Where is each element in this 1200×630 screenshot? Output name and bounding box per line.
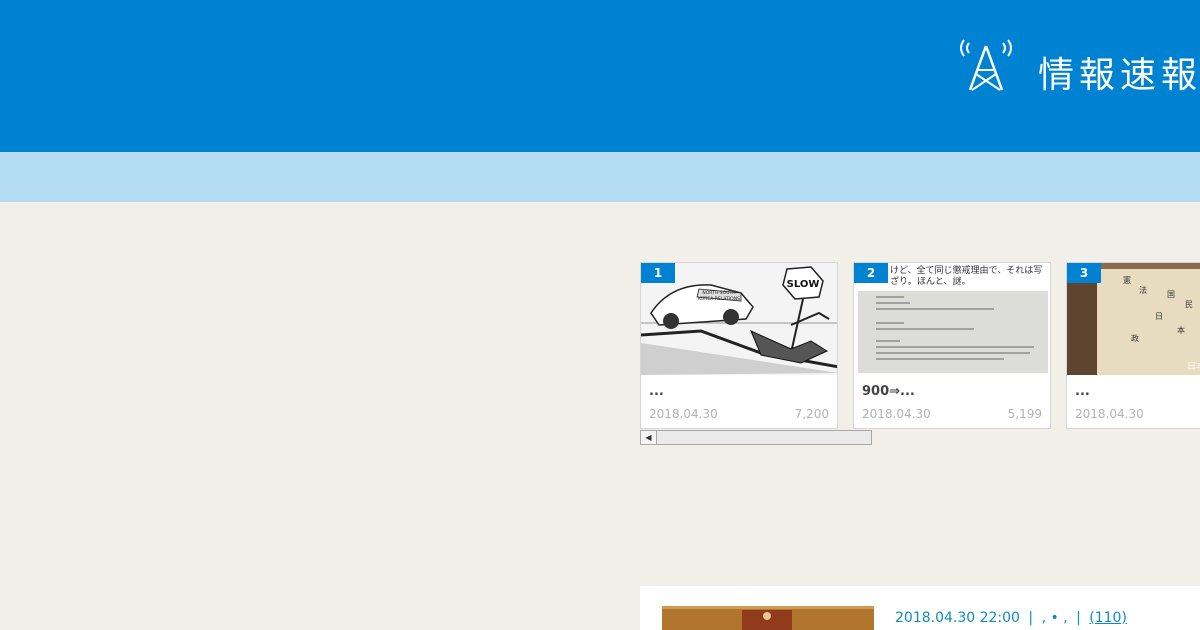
article-date: 2018.04.30 xyxy=(1075,407,1144,421)
broadcast-antenna-icon xyxy=(960,39,1012,91)
thumbnail-caption-1: NORTH-SOUTH xyxy=(702,290,735,296)
svg-text:日: 日 xyxy=(1155,312,1163,321)
article-date: 2018.04.30 xyxy=(862,407,931,421)
thumbnail-caption-2: KOREA RELATIONS xyxy=(698,296,740,302)
view-count: 7,200 xyxy=(794,407,829,421)
article-title: ... xyxy=(649,384,664,399)
comment-count-link[interactable]: (110) xyxy=(1089,610,1127,626)
article-tags[interactable]: , • , xyxy=(1042,610,1068,626)
scroll-left-arrow-icon[interactable]: ◀ xyxy=(641,431,657,444)
article-entry: 2018.04.30 22:00 | , • , | (110) xyxy=(640,586,1200,630)
svg-text:憲: 憲 xyxy=(1123,275,1131,285)
meta-separator: | xyxy=(1076,610,1081,626)
svg-text:政: 政 xyxy=(1131,333,1139,343)
article-image[interactable] xyxy=(662,606,874,630)
ranking-card[interactable]: 2 けど、全て同じ懲戒理由で、それは写 ざり。ほんと、謎。 900⇒... 20… xyxy=(853,262,1051,429)
meta-separator: | xyxy=(1028,610,1034,626)
site-title: 情報速報 xyxy=(1038,55,1200,96)
navigation-bar xyxy=(0,152,1200,202)
article-datetime: 2018.04.30 22:00 xyxy=(895,610,1020,626)
svg-text:国: 国 xyxy=(1167,290,1175,299)
article-title: 900⇒... xyxy=(862,384,915,399)
article-date: 2018.04.30 xyxy=(649,407,718,421)
ranking-card[interactable]: 3 憲 法 国 民 日 本 政 府 日本国憲法 ... 2018.04.30 xyxy=(1066,262,1200,429)
article-title: ... xyxy=(1075,384,1090,399)
article-meta: 2018.04.30 22:00 | , • , | (110) xyxy=(895,610,1127,626)
rank-badge: 1 xyxy=(641,263,675,283)
view-count: 5,199 xyxy=(1007,407,1042,421)
thumbnail-caption: 日本国憲法 xyxy=(1187,360,1200,372)
svg-text:法: 法 xyxy=(1139,285,1147,295)
site-header: 情報速報 xyxy=(0,0,1200,152)
svg-text:本: 本 xyxy=(1177,325,1185,335)
ranking-card[interactable]: 1 NORTH-SOUTH KOREA RELATIONS SLOW ... 2… xyxy=(640,262,838,429)
thumbnail-sign: SLOW xyxy=(787,279,820,290)
thumbnail-caption-1: けど、全て同じ懲戒理由で、それは写 xyxy=(890,264,1042,276)
ranking-list: 1 NORTH-SOUTH KOREA RELATIONS SLOW ... 2… xyxy=(640,262,1200,448)
thumbnail-caption-2: ざり。ほんと、謎。 xyxy=(890,275,970,287)
carousel-scrollbar[interactable]: ◀ xyxy=(640,430,872,445)
svg-text:民: 民 xyxy=(1185,300,1193,309)
rank-badge: 2 xyxy=(854,263,888,283)
rank-badge: 3 xyxy=(1067,263,1101,283)
